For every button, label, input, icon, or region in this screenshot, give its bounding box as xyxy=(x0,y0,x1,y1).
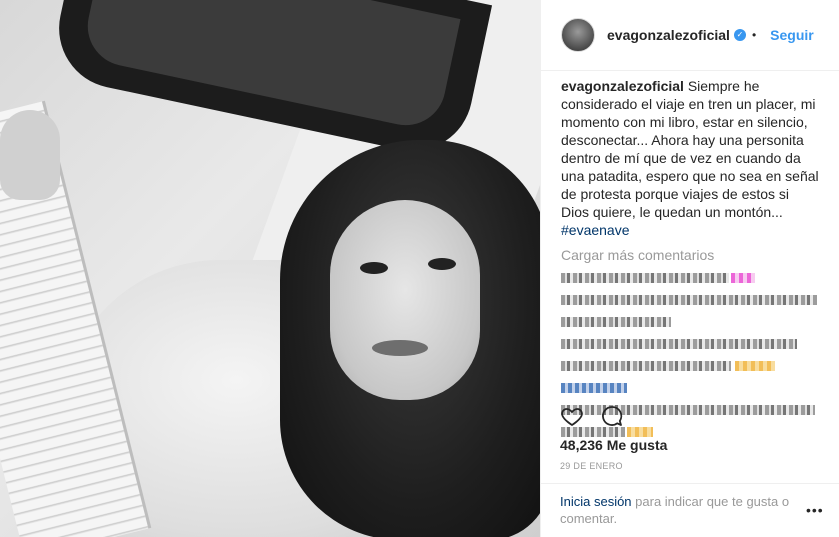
pixelated-text xyxy=(561,427,625,437)
pixelated-text xyxy=(561,317,671,327)
pixelated-text xyxy=(561,273,729,283)
more-options-icon[interactable]: ••• xyxy=(806,502,824,518)
login-link[interactable]: Inicia sesión xyxy=(560,494,632,509)
post-photo[interactable] xyxy=(0,0,540,537)
pixelated-comment xyxy=(561,381,819,395)
load-more-comments-button[interactable]: Cargar más comentarios xyxy=(561,247,819,263)
post-header: evagonzalezoficial ✓ • Seguir xyxy=(541,0,839,71)
photo-hand xyxy=(0,110,60,200)
post-actions xyxy=(560,404,624,428)
post-caption: evagonzalezoficial Siempre he considerad… xyxy=(561,77,819,239)
photo-train-window xyxy=(47,0,493,162)
login-prompt: Inicia sesión para indicar que te gusta … xyxy=(560,493,800,527)
comment-icon[interactable] xyxy=(600,404,624,428)
avatar[interactable] xyxy=(561,18,595,52)
comments-section: evagonzalezoficial Siempre he considerad… xyxy=(541,71,839,439)
pixelated-comment xyxy=(561,359,819,373)
pixelated-mention xyxy=(561,383,627,393)
pixelated-text xyxy=(561,339,797,349)
caption-username[interactable]: evagonzalezoficial xyxy=(561,78,684,94)
follow-button[interactable]: Seguir xyxy=(770,27,814,43)
caption-hashtag[interactable]: #evaenave xyxy=(561,222,630,238)
pixelated-comment xyxy=(561,315,819,329)
photo-face xyxy=(330,200,480,400)
pixelated-emoji xyxy=(731,273,755,283)
pixelated-text xyxy=(561,295,817,305)
divider xyxy=(540,483,839,484)
photo-eye-right xyxy=(428,258,456,270)
likes-count[interactable]: 48,236 Me gusta xyxy=(560,437,667,453)
separator-dot: • xyxy=(751,28,757,42)
post-date[interactable]: 29 DE ENERO xyxy=(560,461,623,471)
header-username[interactable]: evagonzalezoficial xyxy=(607,27,730,43)
heart-icon[interactable] xyxy=(560,404,584,428)
photo-lips xyxy=(372,340,428,356)
pixelated-emoji xyxy=(627,427,653,437)
pixelated-emoji xyxy=(735,361,775,371)
caption-text: Siempre he considerado el viaje en tren … xyxy=(561,78,819,220)
photo-eye-left xyxy=(360,262,388,274)
pixelated-comment xyxy=(561,271,819,285)
post-side-panel: evagonzalezoficial ✓ • Seguir evagonzale… xyxy=(540,0,839,537)
verified-badge-icon: ✓ xyxy=(733,29,746,41)
pixelated-comment xyxy=(561,293,819,307)
pixelated-text xyxy=(561,361,731,371)
pixelated-comment xyxy=(561,337,819,351)
